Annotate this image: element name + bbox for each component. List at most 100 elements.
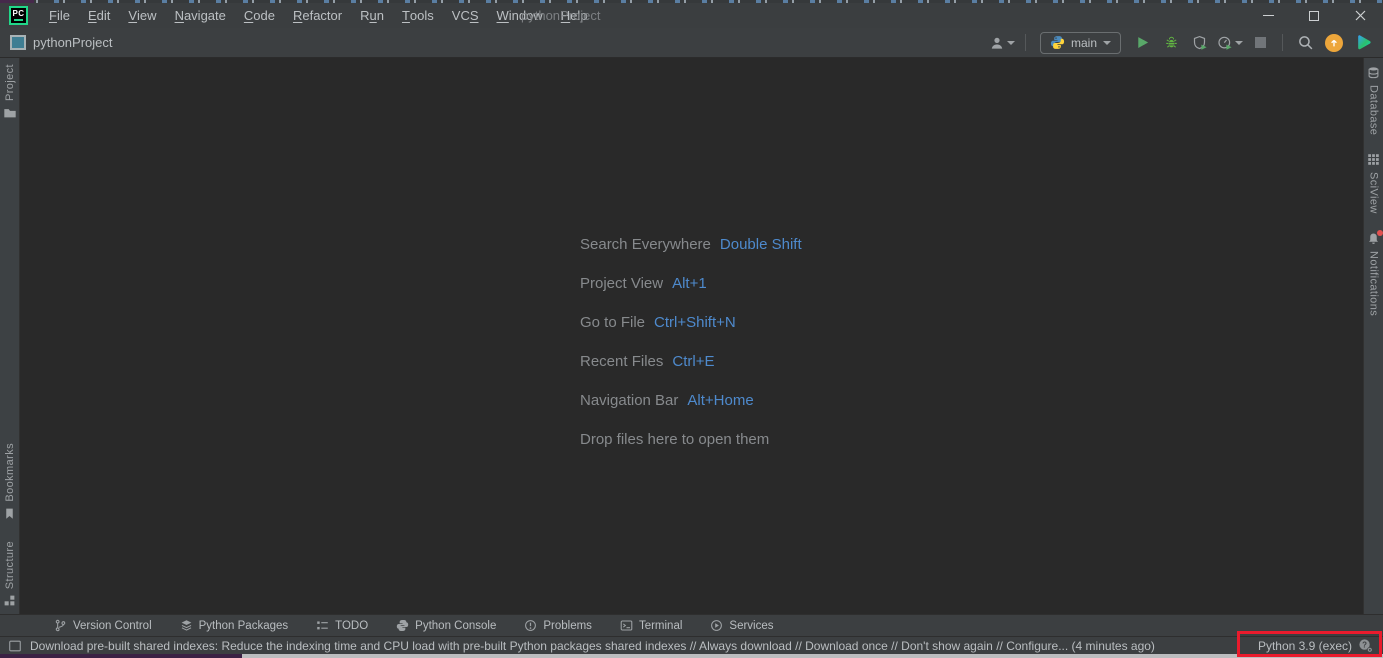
user-account-button[interactable] bbox=[989, 31, 1015, 55]
left-stripe-top-group: Project bbox=[3, 64, 17, 120]
toolbar-separator bbox=[1282, 34, 1283, 51]
stripe-button-project[interactable]: Project bbox=[3, 64, 17, 120]
toolwindow-button-version-control[interactable]: Version Control bbox=[54, 619, 152, 632]
search-icon bbox=[1297, 34, 1314, 51]
toolwindow-button-terminal[interactable]: Terminal bbox=[620, 619, 682, 632]
interpreter-widget[interactable]: Python 3.9 (exec) ? bbox=[1258, 638, 1373, 653]
close-icon bbox=[1355, 10, 1366, 21]
menu-edit[interactable]: Edit bbox=[79, 3, 119, 28]
stripe-button-database[interactable]: Database bbox=[1367, 66, 1381, 135]
shortcut-action-label: Drop files here to open them bbox=[580, 431, 769, 448]
stripe-label: Bookmarks bbox=[4, 443, 16, 502]
notification-badge bbox=[1377, 230, 1383, 236]
checklist-icon bbox=[316, 619, 329, 632]
bell-icon bbox=[1367, 232, 1381, 246]
toolwindow-label: Python Console bbox=[415, 620, 496, 632]
left-tool-stripe: Project Bookmarks Structure bbox=[0, 58, 20, 614]
interpreter-help-icon: ? bbox=[1358, 638, 1373, 653]
menu-code[interactable]: Code bbox=[235, 3, 284, 28]
stop-button[interactable] bbox=[1248, 31, 1272, 55]
git-branch-icon bbox=[54, 619, 67, 632]
stripe-button-bookmarks[interactable]: Bookmarks bbox=[3, 443, 17, 521]
profiler-button[interactable] bbox=[1217, 31, 1243, 55]
shortcut-action-label: Navigation Bar bbox=[580, 392, 678, 409]
menu-run[interactable]: Run bbox=[351, 3, 393, 28]
stripe-label: Project bbox=[4, 64, 16, 101]
profiler-gauge-icon bbox=[1217, 35, 1233, 51]
toolwindow-button-todo[interactable]: TODO bbox=[316, 619, 368, 632]
chevron-down-icon bbox=[1103, 41, 1111, 45]
stripe-label: SciView bbox=[1368, 172, 1380, 214]
toolbar-project-name[interactable]: pythonProject bbox=[33, 35, 113, 50]
shortcut-action-label: Search Everywhere bbox=[580, 236, 711, 253]
stop-icon bbox=[1255, 37, 1266, 48]
minimize-icon bbox=[1263, 15, 1274, 16]
shortcut-hints: Search EverywhereDouble ShiftProject Vie… bbox=[580, 225, 802, 459]
search-everywhere-button[interactable] bbox=[1293, 31, 1317, 55]
terminal-icon bbox=[620, 619, 633, 632]
status-bar: Download pre-built shared indexes: Reduc… bbox=[0, 636, 1383, 654]
screen-bottom-edge bbox=[0, 654, 1383, 658]
run-button[interactable] bbox=[1130, 31, 1154, 55]
toolwindow-button-services[interactable]: Services bbox=[710, 619, 773, 632]
interpreter-label: Python 3.9 (exec) bbox=[1258, 639, 1352, 653]
close-button[interactable] bbox=[1337, 3, 1383, 28]
main-area: Project Bookmarks Structure Search Everyw… bbox=[0, 58, 1383, 614]
editor-empty-area: Search EverywhereDouble ShiftProject Vie… bbox=[20, 58, 1363, 614]
tool-window-bar: Version Control Python Packages TODO Python… bbox=[0, 614, 1383, 636]
menu-file[interactable]: File bbox=[40, 3, 79, 28]
grid-icon bbox=[1367, 153, 1381, 167]
chevron-down-icon bbox=[1235, 41, 1243, 45]
toolwindow-label: Problems bbox=[543, 620, 592, 632]
maximize-button[interactable] bbox=[1291, 3, 1337, 28]
menu-view[interactable]: View bbox=[119, 3, 165, 28]
project-window-icon bbox=[10, 35, 26, 50]
stripe-button-sciview[interactable]: SciView bbox=[1367, 153, 1381, 214]
toolwindow-label: Python Packages bbox=[199, 620, 289, 632]
menu-refactor[interactable]: Refactor bbox=[284, 3, 351, 28]
status-message[interactable]: Download pre-built shared indexes: Reduc… bbox=[30, 639, 1155, 653]
shortcut-keys: Ctrl+E bbox=[672, 353, 714, 370]
learn-ide-button[interactable] bbox=[1351, 31, 1375, 55]
right-tool-stripe: Database SciView Notifications bbox=[1363, 58, 1383, 614]
services-icon bbox=[710, 619, 723, 632]
bug-icon bbox=[1164, 35, 1179, 50]
shortcut-row: Go to FileCtrl+Shift+N bbox=[580, 303, 802, 342]
stripe-button-notifications[interactable]: Notifications bbox=[1367, 232, 1381, 316]
toolwindow-button-problems[interactable]: Problems bbox=[524, 619, 592, 632]
shortcut-row: Drop files here to open them bbox=[580, 420, 802, 459]
menu-tools[interactable]: Tools bbox=[393, 3, 443, 28]
menubar: FileEditViewNavigateCodeRefactorRunTools… bbox=[40, 3, 597, 28]
toolwindow-button-python-console[interactable]: Python Console bbox=[396, 619, 496, 632]
toolbar-separator bbox=[1025, 34, 1026, 51]
bookmark-icon bbox=[3, 507, 17, 521]
shortcut-row: Recent FilesCtrl+E bbox=[580, 342, 802, 381]
debug-button[interactable] bbox=[1159, 31, 1183, 55]
window-title: pythonProject bbox=[521, 3, 601, 28]
menu-vcs[interactable]: VCS bbox=[443, 3, 488, 28]
screen-bottom-edge-corner bbox=[0, 654, 242, 658]
coverage-shield-icon bbox=[1192, 35, 1208, 51]
stripe-label: Structure bbox=[4, 541, 16, 589]
shortcut-action-label: Project View bbox=[580, 275, 663, 292]
run-configuration-name: main bbox=[1071, 36, 1097, 50]
user-icon bbox=[989, 35, 1005, 51]
svg-text:?: ? bbox=[1362, 640, 1367, 649]
tool-window-buttons: Version Control Python Packages TODO Python… bbox=[54, 619, 774, 632]
toolwindow-label: TODO bbox=[335, 620, 368, 632]
python-logo-icon bbox=[1050, 35, 1065, 50]
minimize-button[interactable] bbox=[1245, 3, 1291, 28]
tool-window-layout-icon[interactable] bbox=[8, 639, 22, 653]
shortcut-action-label: Go to File bbox=[580, 314, 645, 331]
menu-navigate[interactable]: Navigate bbox=[166, 3, 235, 28]
update-arrow-icon bbox=[1325, 34, 1343, 52]
run-with-coverage-button[interactable] bbox=[1188, 31, 1212, 55]
shortcut-keys: Alt+1 bbox=[672, 275, 707, 292]
stripe-label: Database bbox=[1368, 85, 1380, 135]
stripe-button-structure[interactable]: Structure bbox=[3, 541, 17, 608]
ide-update-button[interactable] bbox=[1322, 31, 1346, 55]
run-configuration-selector[interactable]: main bbox=[1040, 32, 1121, 54]
left-stripe-bottom-group: Bookmarks Structure bbox=[3, 443, 17, 608]
stripe-label: Notifications bbox=[1368, 251, 1380, 316]
toolwindow-button-python-packages[interactable]: Python Packages bbox=[180, 619, 289, 632]
